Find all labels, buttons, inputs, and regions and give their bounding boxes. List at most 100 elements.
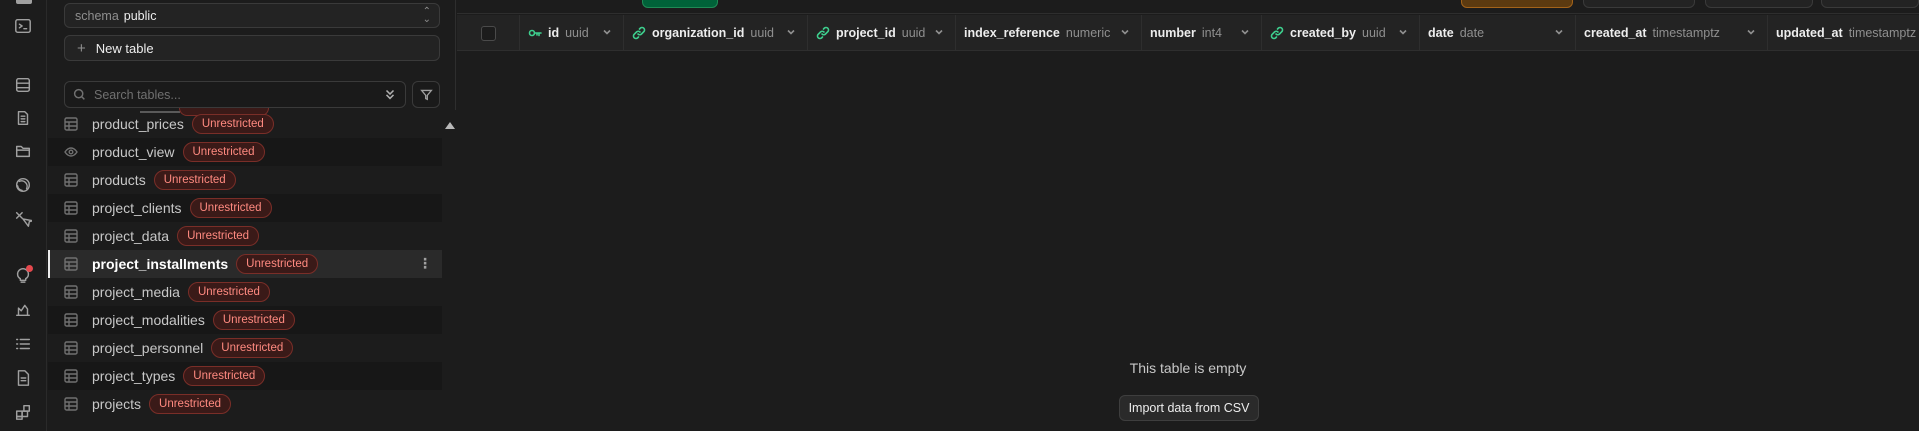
chevron-down-icon[interactable] — [1239, 26, 1251, 38]
realtime-icon[interactable] — [12, 174, 34, 196]
logs-icon[interactable] — [12, 333, 34, 355]
table-list-item[interactable]: project_personnel Unrestricted — [48, 334, 442, 362]
chevron-down-icon[interactable] — [601, 26, 613, 38]
table-sidebar: schema public ⌃ ⌄ + New table Search tabl… — [48, 0, 456, 431]
view-icon — [64, 145, 78, 159]
unrestricted-badge: Unrestricted — [236, 254, 319, 274]
unrestricted-badge: Unrestricted — [211, 338, 294, 358]
schema-label: schema — [75, 8, 119, 23]
grid-header: id uuid organization_id uuid project_id uuid i… — [457, 15, 1919, 51]
edge-functions-icon[interactable] — [12, 208, 34, 230]
grid-toolbar — [457, 0, 1919, 14]
column-header[interactable]: created_by uuid — [1262, 15, 1420, 51]
table-list-item[interactable]: project_media Unrestricted — [48, 278, 442, 306]
table-list-item[interactable]: products Unrestricted — [48, 166, 442, 194]
table-icon — [64, 229, 78, 243]
filter-button[interactable] — [412, 81, 440, 108]
nav-rail — [0, 0, 47, 431]
column-name: created_by — [1290, 26, 1357, 40]
new-table-label: New table — [95, 40, 154, 56]
column-name: organization_id — [652, 26, 745, 40]
toolbar-button[interactable] — [1821, 0, 1919, 8]
table-name: project_data — [92, 228, 170, 244]
column-header[interactable]: project_id uuid — [808, 15, 956, 51]
insert-button[interactable] — [642, 0, 718, 8]
table-name: project_media — [92, 284, 180, 300]
column-header[interactable]: organization_id uuid — [624, 15, 808, 51]
table-name: product_view — [92, 144, 175, 160]
table-list-item[interactable]: projects Unrestricted — [48, 390, 442, 418]
column-name: date — [1428, 26, 1454, 40]
table-name: products — [92, 172, 146, 188]
chevron-down-icon[interactable] — [1553, 26, 1565, 38]
table-list-item[interactable]: project_data Unrestricted — [48, 222, 442, 250]
reports-icon[interactable] — [12, 298, 34, 320]
table-list-item[interactable]: project_installments Unrestricted ⋮ — [48, 250, 442, 278]
storage-icon[interactable] — [12, 107, 34, 129]
notification-dot — [26, 265, 33, 272]
column-type: int4 — [1201, 26, 1222, 40]
column-header[interactable]: date date — [1420, 15, 1576, 51]
plus-icon: + — [77, 39, 86, 57]
table-list-item[interactable]: project_clients Unrestricted — [48, 194, 442, 222]
search-icon — [73, 88, 85, 100]
integrations-icon[interactable] — [12, 401, 34, 423]
column-type: numeric — [1065, 26, 1111, 40]
chevron-down-icon[interactable] — [1119, 26, 1131, 38]
toolbar-button[interactable] — [1583, 0, 1695, 8]
column-type: uuid — [901, 26, 926, 40]
more-options-icon[interactable]: ⋮ — [418, 256, 432, 270]
import-csv-button[interactable]: Import data from CSV — [1119, 395, 1259, 421]
table-list: product_prices Unrestricted product_view Un… — [48, 110, 442, 431]
column-header[interactable]: number int4 — [1142, 15, 1262, 51]
unrestricted-badge: Unrestricted — [189, 198, 272, 218]
chevron-down-icon[interactable] — [1397, 26, 1409, 38]
column-header[interactable]: id uuid — [520, 15, 624, 51]
column-name: index_reference — [964, 26, 1060, 40]
chevron-down-icon[interactable] — [933, 26, 945, 38]
column-name: updated_at — [1776, 26, 1843, 40]
sql-editor-icon[interactable] — [12, 15, 34, 37]
unrestricted-badge: Unrestricted — [191, 114, 274, 134]
database-icon[interactable] — [12, 74, 34, 96]
table-list-item[interactable]: project_types Unrestricted — [48, 362, 442, 390]
sidebar-scrollbar[interactable] — [442, 110, 456, 431]
table-list-item[interactable]: project_modalities Unrestricted — [48, 306, 442, 334]
table-icon — [64, 313, 78, 327]
search-tables-input[interactable]: Search tables... — [64, 81, 406, 108]
filter-icon — [419, 89, 433, 101]
folder-icon[interactable] — [12, 140, 34, 162]
table-icon — [64, 201, 78, 215]
select-all-checkbox[interactable] — [480, 25, 496, 41]
table-list-item[interactable]: product_prices Unrestricted — [48, 110, 442, 138]
primary-key-icon — [528, 26, 542, 40]
column-name: id — [548, 26, 560, 40]
column-header[interactable]: created_at timestamptz — [1576, 15, 1768, 51]
table-list-item[interactable]: product_view Unrestricted — [48, 138, 442, 166]
new-table-button[interactable]: + New table — [64, 35, 440, 61]
chevrons-down-icon[interactable] — [383, 87, 399, 103]
table-name: projects — [92, 396, 142, 412]
table-name: project_installments — [92, 256, 229, 272]
scroll-up-icon[interactable] — [445, 122, 455, 129]
advisors-icon[interactable] — [12, 264, 34, 286]
unrestricted-badge: Unrestricted — [182, 142, 265, 162]
table-icon — [64, 285, 78, 299]
home-icon[interactable] — [16, 0, 32, 4]
search-placeholder: Search tables... — [94, 87, 181, 102]
column-type: timestamptz — [1848, 26, 1917, 40]
column-header[interactable]: updated_at timestamptz — [1768, 15, 1919, 51]
api-docs-icon[interactable] — [12, 367, 34, 389]
table-name: project_modalities — [92, 312, 205, 328]
toolbar-button[interactable] — [1705, 0, 1813, 8]
unrestricted-badge: Unrestricted — [183, 366, 266, 386]
unrestricted-badge: Unrestricted — [212, 310, 295, 330]
schema-select[interactable]: schema public ⌃ ⌄ — [64, 3, 440, 28]
table-name: product_prices — [92, 116, 184, 132]
rls-button[interactable] — [1461, 0, 1573, 8]
chevron-down-icon[interactable] — [785, 26, 797, 38]
select-all-cell — [457, 15, 520, 51]
column-header[interactable]: index_reference numeric — [956, 15, 1142, 51]
column-name: number — [1150, 26, 1196, 40]
chevron-down-icon[interactable] — [1745, 26, 1757, 38]
